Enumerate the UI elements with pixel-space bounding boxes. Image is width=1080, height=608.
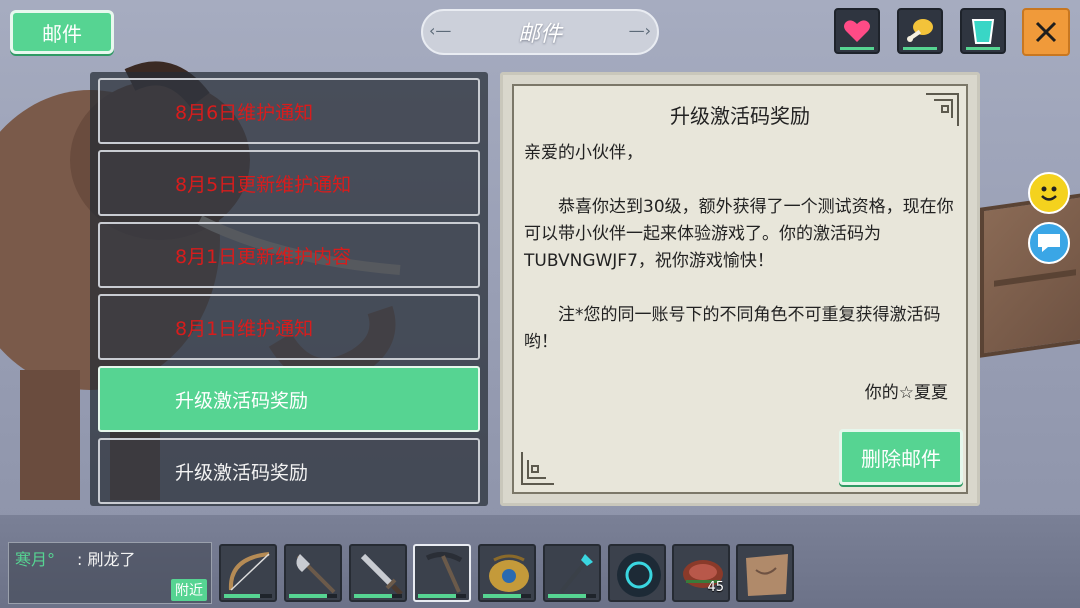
chat-sender: 寒月°: [15, 550, 56, 569]
hotbar-slot-1[interactable]: [219, 544, 277, 602]
meat-icon: [907, 19, 933, 42]
emoji-smile-icon: [1041, 186, 1057, 201]
health-button[interactable]: [834, 8, 880, 54]
mail-paragraph: 恭喜你达到30级，额外获得了一个测试资格，现在你可以带小伙伴一起来体验游戏了。你…: [524, 197, 954, 271]
crystal-staff-icon: [559, 554, 593, 594]
delete-mail-button[interactable]: 删除邮件: [839, 429, 963, 485]
wooden-crate: [980, 192, 1080, 358]
mail-list-item[interactable]: 升级激活码奖励: [98, 438, 480, 504]
mail-content-panel: 升级激活码奖励 亲爱的小伙伴， 恭喜你达到30级，额外获得了一个测试资格，现在你…: [500, 72, 980, 506]
mail-title: 升级激活码奖励: [670, 104, 810, 128]
mail-list[interactable]: 8月6日维护通知 8月5日更新维护通知 8月1日更新维护内容 8月1日维护通知 …: [90, 72, 488, 506]
mail-tab[interactable]: 邮件: [10, 10, 114, 54]
corner-ornament-icon: [521, 452, 554, 485]
hunger-button[interactable]: [897, 8, 943, 54]
mail-greeting: 亲爱的小伙伴，: [524, 143, 643, 163]
mail-list-item[interactable]: 8月6日维护通知: [98, 78, 480, 144]
pickaxe-icon: [425, 552, 463, 593]
chat-message: : 刷龙了: [77, 550, 136, 569]
close-button[interactable]: [1022, 8, 1070, 56]
mail-signature: 你的☆夏夏: [864, 383, 948, 403]
hotbar-slot-4[interactable]: [413, 544, 471, 602]
sword-icon: [360, 553, 403, 596]
hotbar-slot-8[interactable]: 45: [672, 544, 730, 602]
water-cup-icon: [971, 19, 995, 44]
page-title-banner: ‹— 邮件 —›: [421, 9, 659, 55]
ornament-right-icon: —›: [628, 21, 651, 40]
hotbar-slot-2[interactable]: [284, 544, 342, 602]
item-count: 45: [707, 580, 724, 595]
chat-scope-badge[interactable]: 附近: [171, 579, 207, 601]
chat-box[interactable]: 寒月° : 刷龙了 附近: [8, 542, 212, 604]
chat-bubble-icon: [1038, 234, 1060, 252]
mail-note: 注*您的同一账号下的不同角色不可重复获得激活码哟！: [524, 305, 941, 352]
mail-list-item[interactable]: 8月1日维护通知: [98, 294, 480, 360]
hotbar-slot-9[interactable]: [736, 544, 794, 602]
horn-pouch-icon: [489, 554, 529, 592]
chat-button[interactable]: [1028, 222, 1070, 264]
map-scroll-icon: [746, 554, 788, 596]
thirst-bar: [966, 47, 1000, 50]
mail-paper: 升级激活码奖励 亲爱的小伙伴， 恭喜你达到30级，额外获得了一个测试资格，现在你…: [512, 84, 968, 494]
health-bar: [840, 47, 874, 50]
hunger-bar: [903, 47, 937, 50]
hotbar-slot-6[interactable]: [543, 544, 601, 602]
mail-list-item[interactable]: 8月5日更新维护通知: [98, 150, 480, 216]
hotbar-slot-3[interactable]: [349, 544, 407, 602]
hotbar-slot-5[interactable]: [478, 544, 536, 602]
mail-list-item[interactable]: 8月1日更新维护内容: [98, 222, 480, 288]
emoji-button[interactable]: [1028, 172, 1070, 214]
bow-icon: [228, 552, 270, 591]
mail-list-item-selected[interactable]: 升级激活码奖励: [98, 366, 480, 432]
heart-icon: [844, 20, 870, 42]
ornament-left-icon: ‹—: [429, 21, 452, 40]
close-icon: [1035, 21, 1057, 43]
axe-icon: [296, 554, 336, 594]
thirst-button[interactable]: [960, 8, 1006, 54]
rune-orb-icon: [617, 553, 661, 597]
page-title: 邮件: [517, 22, 562, 47]
mail-body: 亲爱的小伙伴， 恭喜你达到30级，额外获得了一个测试资格，现在你可以带小伙伴一起…: [524, 140, 954, 356]
hotbar-slot-7[interactable]: [608, 544, 666, 602]
